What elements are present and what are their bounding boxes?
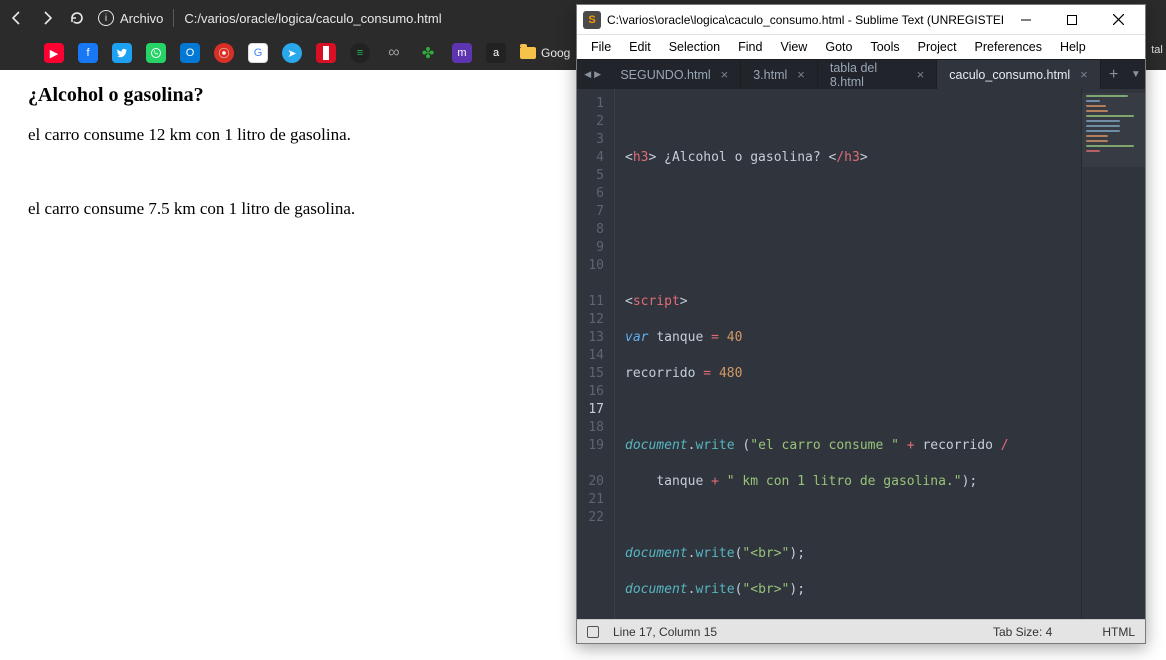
window-title: C:\varios\oracle\logica\caculo_consumo.h… <box>607 13 1003 27</box>
tab-history-nav[interactable]: ◀▶ <box>577 60 608 89</box>
menu-edit[interactable]: Edit <box>621 38 659 56</box>
tab-caculo-consumo[interactable]: caculo_consumo.html × <box>937 60 1101 89</box>
titlebar[interactable]: S C:\varios\oracle\logica\caculo_consumo… <box>577 5 1145 35</box>
minimap[interactable] <box>1081 89 1145 619</box>
menu-selection[interactable]: Selection <box>661 38 728 56</box>
bookmark-folder-label: Goog <box>541 46 570 60</box>
code-area[interactable]: <h3> ¿Alcohol o gasolina? </h3> <script>… <box>615 89 1081 619</box>
tab-segundo[interactable]: SEGUNDO.html × <box>608 60 741 89</box>
tab-label: SEGUNDO.html <box>620 68 710 82</box>
tab-3[interactable]: 3.html × <box>741 60 818 89</box>
bookmark-twitter-icon[interactable] <box>112 43 132 63</box>
menubar: File Edit Selection Find View Goto Tools… <box>577 35 1145 59</box>
bookmark-peru-icon[interactable] <box>316 43 336 63</box>
panel-toggle-icon[interactable] <box>587 626 599 638</box>
bookmark-clover-icon[interactable]: ✤ <box>418 43 438 63</box>
bookmark-telegram-icon[interactable]: ➤ <box>282 43 302 63</box>
status-tabsize[interactable]: Tab Size: 4 <box>993 625 1052 639</box>
folder-icon <box>520 47 536 59</box>
bookmark-folder[interactable]: Goog <box>520 46 570 60</box>
bookmark-a-icon[interactable]: a <box>486 43 506 63</box>
tab-tabla8[interactable]: tabla del 8.html × <box>818 60 937 89</box>
tab-menu-button[interactable]: ▼ <box>1127 60 1145 89</box>
bookmark-spotify-icon[interactable]: ≡ <box>350 43 370 63</box>
tab-label: 3.html <box>753 68 787 82</box>
close-icon[interactable]: × <box>721 67 729 82</box>
close-icon[interactable]: × <box>797 67 805 82</box>
app-icon: S <box>583 11 601 29</box>
forward-button[interactable] <box>38 10 56 26</box>
back-button[interactable] <box>8 10 26 26</box>
menu-find[interactable]: Find <box>730 38 770 56</box>
menu-project[interactable]: Project <box>910 38 965 56</box>
menu-help[interactable]: Help <box>1052 38 1094 56</box>
bookmark-whatsapp-icon[interactable] <box>146 43 166 63</box>
reload-button[interactable] <box>68 10 86 26</box>
url-text: C:/varios/oracle/logica/caculo_consumo.h… <box>184 11 441 26</box>
bookmark-facebook-icon[interactable]: f <box>78 43 98 63</box>
menu-goto[interactable]: Goto <box>817 38 860 56</box>
divider <box>173 9 174 27</box>
bookmark-google-icon[interactable]: G <box>248 43 268 63</box>
close-icon[interactable]: × <box>1080 67 1088 82</box>
menu-preferences[interactable]: Preferences <box>967 38 1050 56</box>
statusbar: Line 17, Column 15 Tab Size: 4 HTML <box>577 619 1145 643</box>
address-bar[interactable]: i Archivo C:/varios/oracle/logica/caculo… <box>98 9 442 27</box>
tab-label: tabla del 8.html <box>830 61 907 89</box>
status-position[interactable]: Line 17, Column 15 <box>613 625 717 639</box>
close-button[interactable] <box>1095 5 1141 35</box>
maximize-button[interactable] <box>1049 5 1095 35</box>
menu-file[interactable]: File <box>583 38 619 56</box>
menu-tools[interactable]: Tools <box>862 38 907 56</box>
site-info-icon[interactable]: i <box>98 10 114 26</box>
menu-view[interactable]: View <box>772 38 815 56</box>
bookmark-youtube-icon[interactable]: ▶ <box>44 43 64 63</box>
sublime-window: S C:\varios\oracle\logica\caculo_consumo… <box>576 4 1146 644</box>
tab-label: caculo_consumo.html <box>949 68 1070 82</box>
editor-area[interactable]: 12345678910111213141516171819202122 <h3>… <box>577 89 1145 619</box>
new-tab-button[interactable]: + <box>1101 60 1127 89</box>
url-label: Archivo <box>120 11 163 26</box>
window-controls <box>1003 5 1141 35</box>
edge-cut-text: tal <box>1148 36 1166 64</box>
status-syntax[interactable]: HTML <box>1102 625 1135 639</box>
minimize-button[interactable] <box>1003 5 1049 35</box>
close-icon[interactable]: × <box>917 67 925 82</box>
tabbar: ◀▶ SEGUNDO.html × 3.html × tabla del 8.h… <box>577 59 1145 89</box>
bookmark-infinity-icon[interactable]: ∞ <box>384 43 404 63</box>
gutter: 12345678910111213141516171819202122 <box>577 89 615 619</box>
bookmark-red-icon[interactable]: ⦿ <box>214 43 234 63</box>
bookmark-outlook-icon[interactable]: O <box>180 43 200 63</box>
bookmark-m-icon[interactable]: m <box>452 43 472 63</box>
